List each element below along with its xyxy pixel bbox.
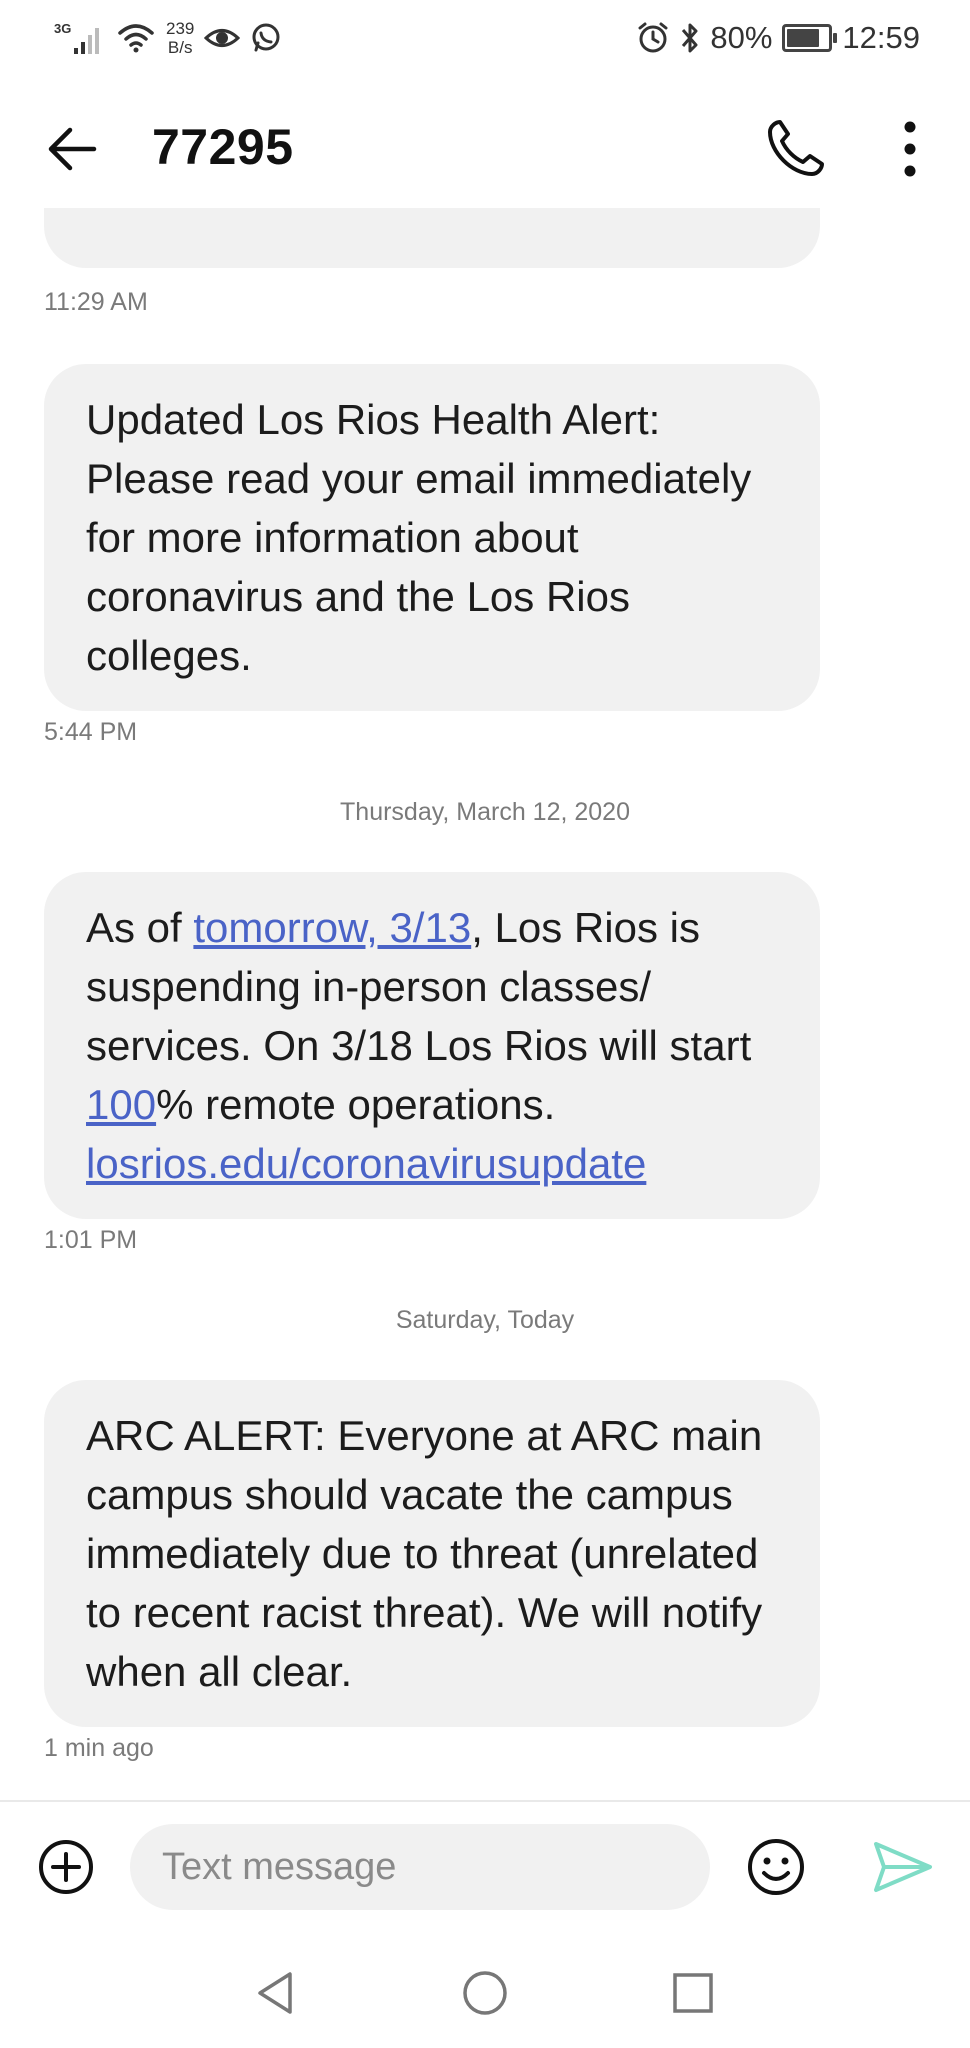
eye-icon: [204, 29, 241, 47]
speed-value: 239: [166, 19, 195, 38]
message-timestamp: 5:44 PM: [44, 718, 138, 746]
more-options-icon[interactable]: [888, 116, 932, 182]
message-timestamp: 1 min ago: [44, 1734, 154, 1762]
message-timestamp: 1:01 PM: [44, 1226, 138, 1254]
wifi-icon: [118, 24, 154, 53]
nav-back-icon[interactable]: [252, 1968, 302, 2018]
message-bubble[interactable]: As of tomorrow, 3/13, Los Rios is suspen…: [44, 872, 820, 1219]
back-arrow-icon[interactable]: [42, 118, 104, 180]
status-time: 12:59: [842, 20, 920, 55]
battery-level: [787, 29, 819, 47]
network-speed: 239 B/s: [166, 19, 194, 57]
network-label: 3G: [54, 21, 71, 36]
message-composer: [0, 1802, 970, 1932]
nav-home-icon[interactable]: [460, 1968, 510, 2018]
message-text: % remote operations.: [156, 1081, 556, 1128]
status-bar: 3G 239 B/s 80% 12:59: [0, 0, 970, 84]
battery-percent: 80%: [710, 20, 773, 55]
date-link[interactable]: tomorrow, 3/13: [193, 904, 471, 951]
conversation-thread[interactable]: 11:29 AM Updated Los Rios Health Alert: …: [0, 208, 970, 1800]
signal-icon: 3G: [54, 21, 99, 54]
text-message-input[interactable]: [130, 1824, 710, 1910]
whatsapp-icon: [252, 23, 280, 52]
url-link[interactable]: losrios.edu/coronavirusupdate: [86, 1140, 646, 1187]
app-bar: 77295: [0, 84, 970, 208]
emoji-icon[interactable]: [744, 1835, 808, 1899]
status-right: 80% 12:59: [636, 20, 920, 56]
alarm-icon: [638, 22, 668, 53]
message-bubble-partial[interactable]: [44, 208, 820, 268]
nav-recents-icon[interactable]: [668, 1968, 718, 2018]
message-bubble[interactable]: ARC ALERT: Everyone at ARC main campus s…: [44, 1380, 820, 1727]
message-text: As of: [86, 904, 194, 951]
message-timestamp: 11:29 AM: [44, 288, 148, 316]
send-icon[interactable]: [872, 1838, 934, 1896]
battery-icon: [782, 24, 838, 52]
system-nav-bar: [0, 1932, 970, 2048]
conversation-title: 77295: [152, 119, 294, 175]
number-link[interactable]: 100: [86, 1081, 156, 1128]
add-attachment-icon[interactable]: [36, 1837, 96, 1897]
speed-unit: B/s: [167, 38, 193, 57]
bluetooth-icon: [682, 23, 698, 53]
status-left: 3G 239 B/s: [54, 18, 282, 58]
message-bubble[interactable]: Updated Los Rios Health Alert: Please re…: [44, 364, 820, 711]
phone-call-icon[interactable]: [762, 116, 828, 182]
date-separator: Saturday, Today: [395, 1306, 575, 1334]
date-separator: Thursday, March 12, 2020: [340, 798, 630, 826]
